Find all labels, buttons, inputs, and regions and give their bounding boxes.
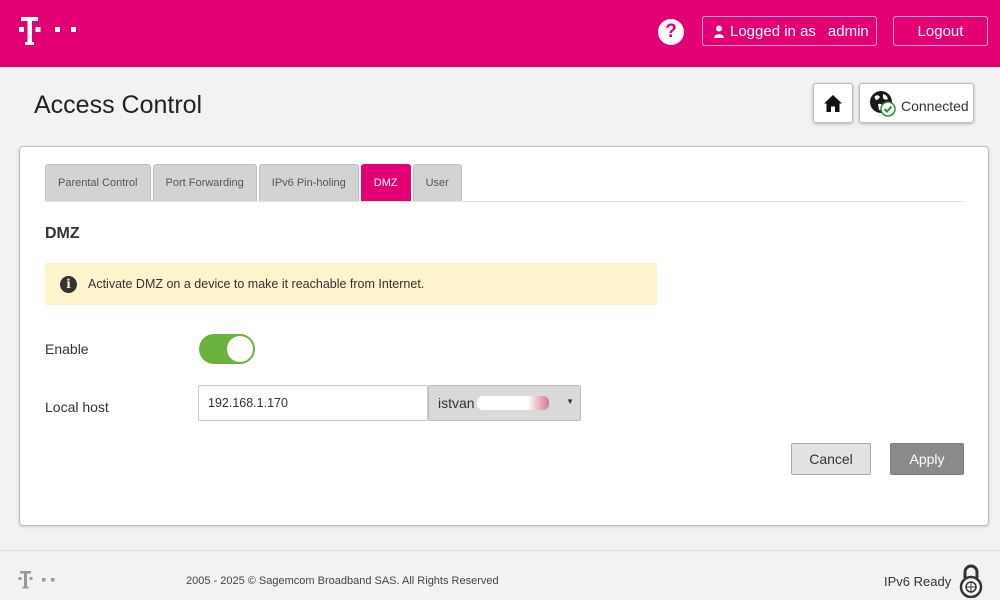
redacted-mark [476,396,549,410]
info-banner: i Activate DMZ on a device to make it re… [45,263,657,305]
caret-down-icon: ▼ [566,397,574,406]
logged-in-user-box: Logged in as admin [702,16,877,46]
info-icon: i [60,275,77,293]
ipv6-ready-lock-icon [959,564,983,598]
tab-divider [45,201,965,202]
user-icon [714,25,724,38]
telekom-footer-logo [18,571,55,589]
help-button[interactable]: ? [658,19,684,45]
tab-user[interactable]: User [412,164,462,201]
tab-bar: Parental Control Port Forwarding IPv6 Pi… [45,164,464,201]
enable-toggle[interactable] [199,334,255,364]
tab-port-forwarding[interactable]: Port Forwarding [152,164,257,201]
footer-divider [0,550,1000,551]
connection-status-button[interactable]: Connected [859,83,974,123]
globe-connected-icon [870,90,896,117]
page-title: Access Control [34,91,203,119]
local-host-label: Local host [45,399,109,415]
access-control-panel: Parental Control Port Forwarding IPv6 Pi… [19,146,989,526]
home-icon [824,94,842,112]
tab-parental-control[interactable]: Parental Control [45,164,151,201]
toggle-knob [227,336,253,362]
apply-button[interactable]: Apply [890,443,964,475]
cancel-button[interactable]: Cancel [791,443,871,475]
telekom-logo [19,17,76,45]
tab-dmz[interactable]: DMZ [360,164,411,201]
section-title: DMZ [45,225,80,242]
username: admin [827,22,869,40]
logout-button[interactable]: Logout [893,16,988,46]
top-bar: ? Logged in as admin Logout [0,0,1000,67]
copyright-text: 2005 - 2025 © Sagemcom Broadband SAS. Al… [186,575,499,587]
local-host-ip-input[interactable] [198,385,428,421]
enable-label: Enable [45,341,89,357]
logged-in-label: Logged in as [730,22,816,40]
connection-status-label: Connected [901,98,969,114]
home-button[interactable] [813,83,853,123]
tab-ipv6-pin-holing[interactable]: IPv6 Pin-holing [258,164,359,201]
local-host-device-select[interactable]: istvan ▼ [428,385,581,421]
ipv6-ready-label: IPv6 Ready [884,574,952,589]
question-mark-icon: ? [665,21,677,42]
info-text: Activate DMZ on a device to make it reac… [88,277,425,291]
selected-device-name: istvan [438,395,475,411]
